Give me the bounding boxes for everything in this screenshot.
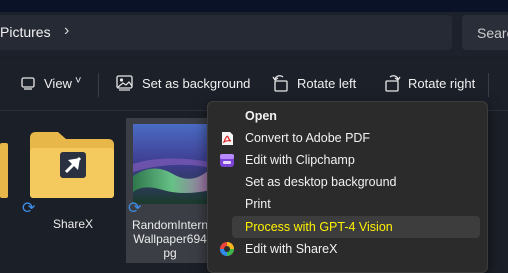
search-placeholder: Search — [477, 25, 508, 41]
menu-item-print[interactable]: Print — [245, 197, 271, 211]
menu-item-process-gpt4-vision[interactable]: Process with GPT-4 Vision — [245, 220, 393, 234]
view-icon[interactable] — [21, 77, 35, 90]
view-chevron-icon[interactable]: ˅ — [75, 75, 81, 87]
menu-item-sharex[interactable]: Edit with ShareX — [245, 242, 337, 256]
file-name-line-1[interactable]: RandomIntern — [128, 218, 212, 232]
adobe-pdf-icon — [222, 132, 233, 145]
menu-item-clipchamp[interactable]: Edit with Clipchamp — [245, 153, 355, 167]
sync-icon: ⟳ — [128, 200, 142, 217]
toolbar-separator — [98, 73, 99, 97]
rotate-left-icon[interactable] — [272, 75, 290, 92]
sync-icon: ⟳ — [22, 200, 36, 217]
title-bar — [0, 0, 508, 12]
set-background-icon[interactable] — [116, 75, 134, 91]
breadcrumb-pictures[interactable]: Pictures — [0, 24, 51, 40]
toolbar-separator — [488, 73, 489, 97]
menu-item-set-desktop-background[interactable]: Set as desktop background — [245, 175, 397, 189]
folder-partial-icon[interactable] — [0, 143, 8, 198]
view-button[interactable]: View — [44, 76, 72, 91]
image-thumbnail[interactable] — [133, 124, 211, 204]
sharex-icon — [220, 242, 234, 256]
folder-icon[interactable] — [28, 130, 116, 200]
folder-name-sharex[interactable]: ShareX — [44, 217, 102, 231]
rotate-left-button[interactable]: Rotate left — [297, 76, 356, 91]
menu-item-convert-pdf[interactable]: Convert to Adobe PDF — [245, 131, 370, 145]
clipchamp-icon — [220, 154, 234, 167]
rotate-right-icon[interactable] — [383, 75, 401, 92]
menu-item-open[interactable]: Open — [245, 109, 277, 123]
breadcrumb-chevron-icon[interactable]: › — [64, 22, 69, 40]
file-name-line-2[interactable]: Wallpaper694 — [128, 232, 212, 246]
rotate-right-button[interactable]: Rotate right — [408, 76, 475, 91]
file-name-line-3[interactable]: pg — [128, 246, 212, 260]
set-as-background-button[interactable]: Set as background — [142, 76, 250, 91]
